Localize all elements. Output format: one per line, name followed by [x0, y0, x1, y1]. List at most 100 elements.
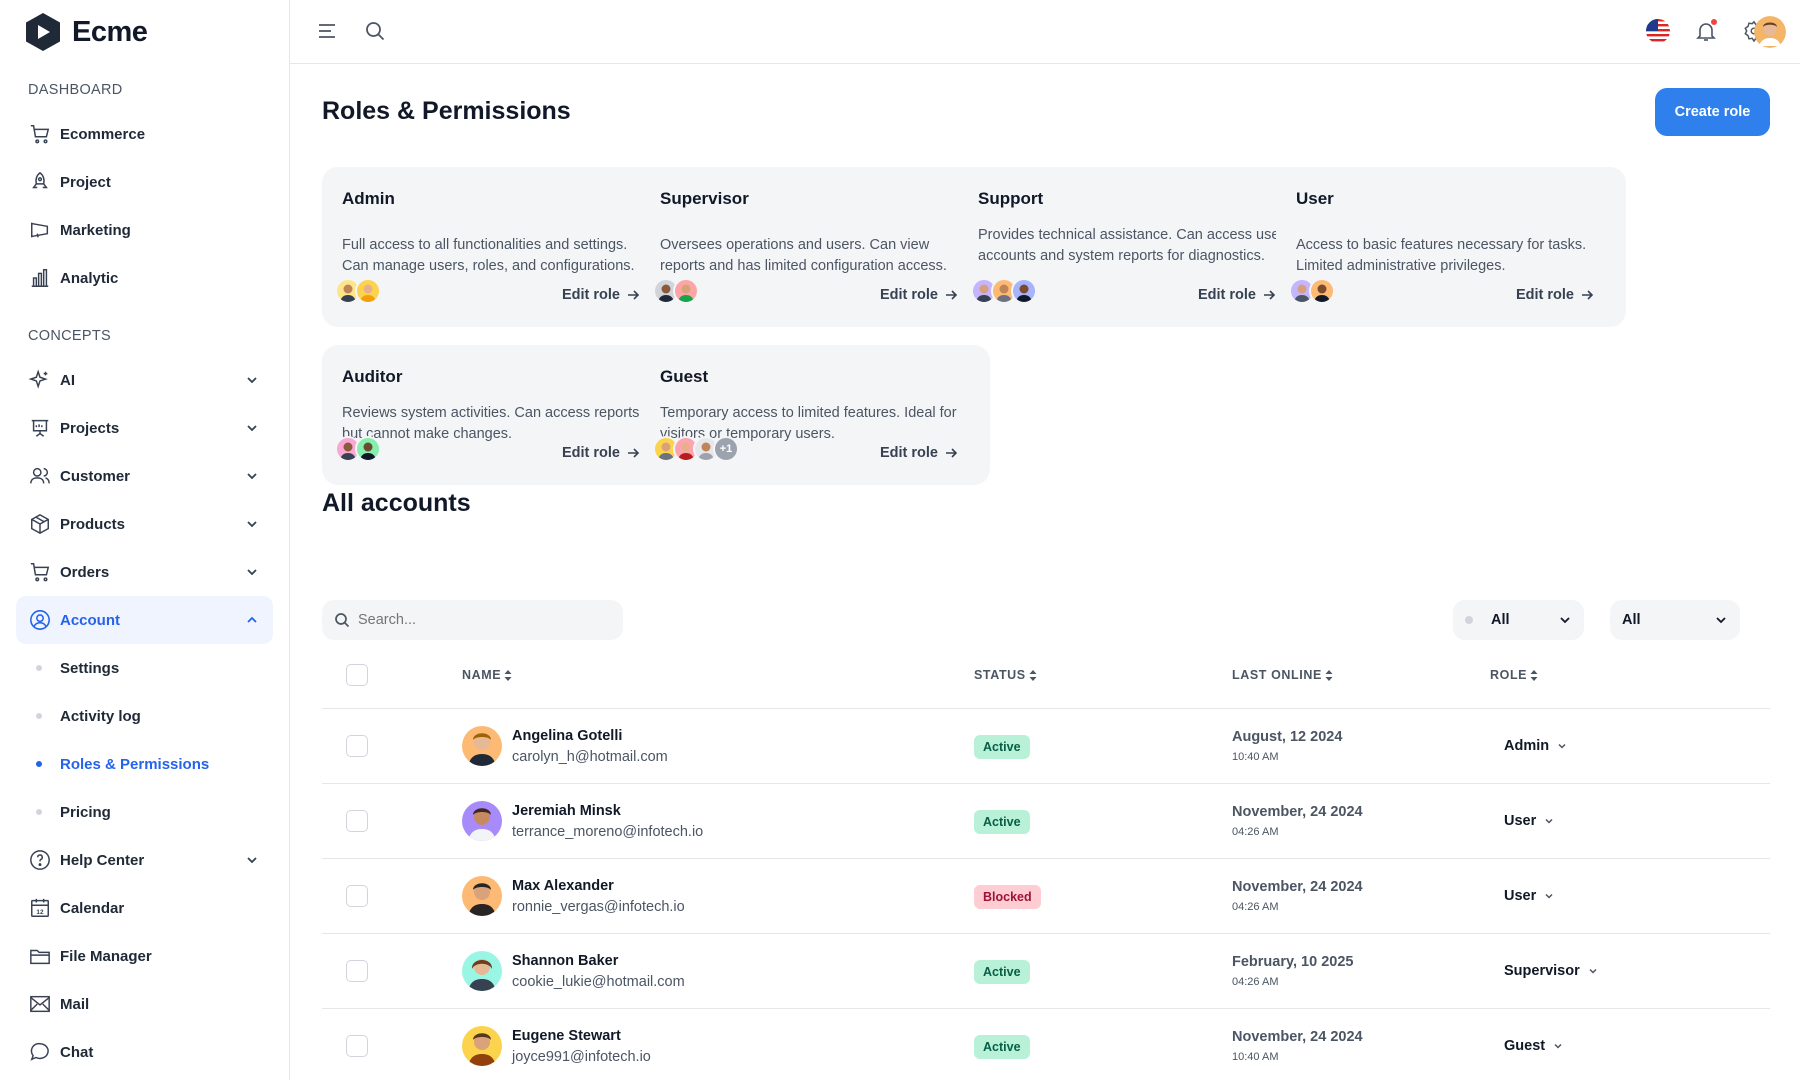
row-checkbox[interactable]: [346, 735, 368, 757]
search-icon[interactable]: [362, 18, 388, 44]
sidebar-item-ai[interactable]: AI: [16, 356, 273, 404]
table-row[interactable]: Jeremiah Minsk terrance_moreno@infotech.…: [322, 784, 1770, 859]
sidebar: Ecme DASHBOARD Ecommerce Project Marketi…: [0, 0, 290, 1080]
table-row[interactable]: Max Alexander ronnie_vergas@infotech.io …: [322, 859, 1770, 934]
sidebar-item-analytic[interactable]: Analytic: [16, 254, 273, 302]
bullet-dot: [36, 665, 42, 671]
role-filter-select[interactable]: All: [1610, 600, 1740, 640]
sidebar-item-ecommerce[interactable]: Ecommerce: [16, 110, 273, 158]
main-content: Roles & Permissions Create role Admin Fu…: [290, 64, 1800, 1080]
page-title: Roles & Permissions: [322, 97, 571, 125]
us-flag-icon[interactable]: [1645, 18, 1671, 44]
role-card-admin: Admin Full access to all functionalities…: [322, 167, 672, 327]
row-checkbox[interactable]: [346, 960, 368, 982]
sidebar-item-label: AI: [60, 371, 75, 389]
status-badge: Active: [974, 960, 1030, 984]
column-header-role[interactable]: ROLE: [1490, 668, 1538, 682]
role-select[interactable]: User: [1504, 888, 1554, 904]
role-select[interactable]: User: [1504, 813, 1554, 829]
status-badge: Active: [974, 1035, 1030, 1059]
column-header-name[interactable]: NAME: [462, 668, 512, 682]
user-name: Eugene Stewart: [512, 1028, 621, 1044]
app-name: Ecme: [72, 15, 148, 48]
sidebar-item-label: Calendar: [60, 899, 125, 917]
status-filter-select[interactable]: All: [1453, 600, 1584, 640]
user-avatar[interactable]: [1754, 16, 1786, 48]
role-name: Supervisor: [660, 189, 749, 208]
sidebar-item-products[interactable]: Products: [16, 500, 273, 548]
bell-icon[interactable]: [1693, 18, 1719, 44]
edit-role-label: Edit role: [1197, 287, 1256, 303]
select-all-checkbox[interactable]: [346, 664, 368, 686]
column-header-last-online[interactable]: LAST ONLINE: [1232, 668, 1333, 682]
edit-role-link[interactable]: Edit role: [562, 445, 640, 461]
sidebar-subitem-activity-log[interactable]: Activity log: [16, 692, 273, 740]
edit-role-link[interactable]: Edit role: [1198, 287, 1276, 303]
sidebar-item-label: Account: [60, 611, 120, 629]
edit-role-link[interactable]: Edit role: [562, 287, 640, 303]
search-input[interactable]: [358, 612, 598, 628]
role-name: User: [1296, 189, 1334, 208]
sidebar-item-orders[interactable]: Orders: [16, 548, 273, 596]
edit-role-label: Edit role: [879, 287, 938, 303]
chevron-down-icon: [1560, 617, 1570, 624]
sidebar-item-help-center[interactable]: Help Center: [16, 836, 273, 884]
row-checkbox[interactable]: [346, 885, 368, 907]
sidebar-item-file-manager[interactable]: File Manager: [16, 932, 273, 980]
sidebar-item-projects[interactable]: Projects: [16, 404, 273, 452]
row-checkbox[interactable]: [346, 1035, 368, 1057]
column-header-status[interactable]: STATUS: [974, 668, 1037, 682]
presentation-icon: [28, 416, 52, 440]
last-online-time: 04:26 AM: [1232, 976, 1279, 988]
arrow-right-icon: [628, 448, 640, 458]
sidebar-item-mail[interactable]: Mail: [16, 980, 273, 1028]
section-title-concepts: CONCEPTS: [28, 328, 111, 344]
users-icon: [28, 464, 52, 488]
chevron-down-icon: [247, 377, 257, 384]
bullet-dot: [36, 713, 42, 719]
role-select[interactable]: Admin: [1504, 738, 1567, 754]
avatar: [355, 278, 381, 304]
sidebar-item-calendar[interactable]: 12 Calendar: [16, 884, 273, 932]
edit-role-link[interactable]: Edit role: [1516, 287, 1594, 303]
table-row[interactable]: Shannon Baker cookie_lukie@hotmail.com A…: [322, 934, 1770, 1009]
arrow-right-icon: [1582, 290, 1594, 300]
role-select[interactable]: Supervisor: [1504, 963, 1598, 979]
sidebar-subitem-settings[interactable]: Settings: [16, 644, 273, 692]
arrow-right-icon: [1264, 290, 1276, 300]
create-role-button[interactable]: Create role: [1655, 88, 1770, 136]
role-description: Full access to all functionalities and s…: [342, 237, 635, 274]
edit-role-label: Edit role: [1515, 287, 1574, 303]
role-name: Admin: [342, 189, 395, 208]
search-field[interactable]: [322, 600, 623, 640]
role-select[interactable]: Guest: [1504, 1038, 1563, 1054]
sidebar-item-project[interactable]: Project: [16, 158, 273, 206]
chat-icon: [28, 1040, 52, 1064]
menu-icon[interactable]: [314, 18, 340, 44]
role-name: Auditor: [342, 367, 403, 386]
role-avatars: [335, 436, 381, 462]
sidebar-item-customer[interactable]: Customer: [16, 452, 273, 500]
table-row[interactable]: Angelina Gotelli carolyn_h@hotmail.com A…: [322, 709, 1770, 784]
app-logo[interactable]: Ecme: [24, 12, 148, 52]
sidebar-subitem-roles-permissions[interactable]: Roles & Permissions: [16, 740, 273, 788]
edit-role-label: Edit role: [561, 287, 620, 303]
row-checkbox[interactable]: [346, 810, 368, 832]
last-online-time: 04:26 AM: [1232, 826, 1279, 838]
chevron-down-icon: [1545, 818, 1553, 824]
avatar: [462, 726, 502, 766]
user-email: carolyn_h@hotmail.com: [512, 749, 668, 765]
sidebar-subitem-pricing[interactable]: Pricing: [16, 788, 273, 836]
table-row[interactable]: Eugene Stewart joyce991@infotech.io Acti…: [322, 1009, 1770, 1080]
edit-role-link[interactable]: Edit role: [880, 445, 958, 461]
svg-text:12: 12: [36, 909, 44, 916]
sidebar-item-chat[interactable]: Chat: [16, 1028, 273, 1076]
role-avatars: [335, 278, 381, 304]
sidebar-item-label: Orders: [60, 563, 110, 581]
edit-role-link[interactable]: Edit role: [880, 287, 958, 303]
avatar: [355, 436, 381, 462]
sidebar-item-account[interactable]: Account: [16, 596, 273, 644]
sidebar-item-marketing[interactable]: Marketing: [16, 206, 273, 254]
role-avatars: +1: [653, 436, 739, 462]
sidebar-subitem-label: Pricing: [60, 803, 111, 821]
